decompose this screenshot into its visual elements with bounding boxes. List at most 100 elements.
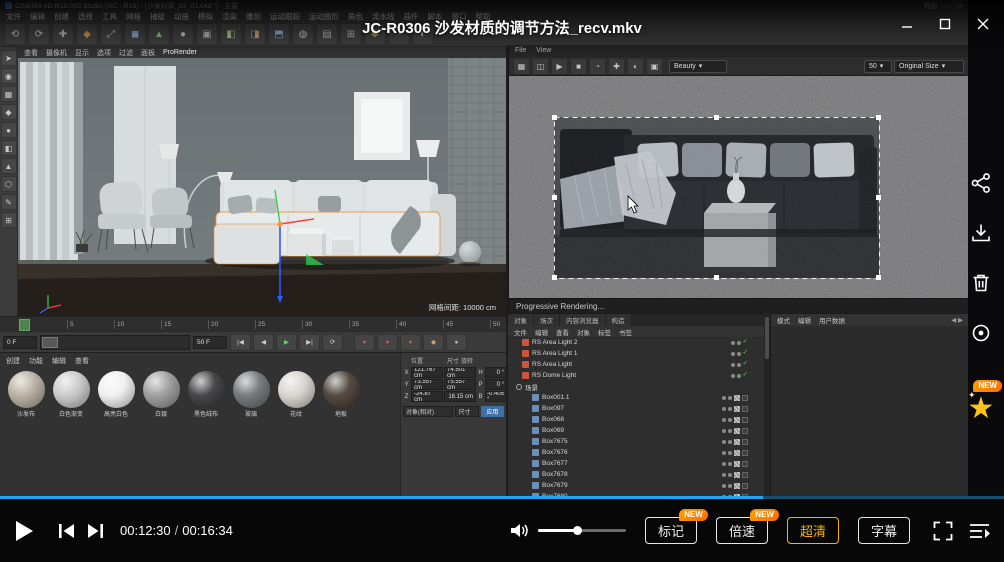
player-action-button[interactable]: 超清 bbox=[787, 517, 839, 544]
play-button[interactable] bbox=[14, 520, 34, 542]
render-toolbar-icon[interactable]: ▣ bbox=[646, 58, 663, 75]
c4d-mode-icon[interactable]: ◧ bbox=[1, 140, 17, 156]
end-frame-field[interactable]: 50 F bbox=[193, 336, 227, 349]
material-tag-icon[interactable] bbox=[734, 439, 740, 445]
visibility-dot[interactable] bbox=[722, 396, 726, 400]
playback-button[interactable]: |◀ bbox=[230, 334, 251, 351]
scrollbar-thumb[interactable] bbox=[765, 317, 769, 359]
attribute-menu-item[interactable]: 模式 bbox=[777, 315, 790, 325]
viewport-menu-item[interactable]: 摄像机 bbox=[46, 48, 67, 58]
rotation-field[interactable]: 0 ° bbox=[485, 379, 507, 390]
next-button[interactable] bbox=[87, 523, 104, 539]
render-dot[interactable] bbox=[737, 341, 741, 345]
enabled-check-icon[interactable] bbox=[743, 350, 748, 357]
zoom-dropdown[interactable]: 50 ▾ bbox=[864, 60, 892, 73]
keyframe-record-button[interactable]: ◆ bbox=[423, 334, 444, 351]
visibility-dot[interactable] bbox=[722, 484, 726, 488]
tab-prorender[interactable]: ProRender bbox=[163, 49, 197, 56]
viewport-menu-item[interactable]: 选项 bbox=[97, 48, 111, 58]
texture-tag-icon[interactable] bbox=[742, 439, 748, 445]
size-field[interactable]: 75.557 cm bbox=[444, 379, 476, 390]
render-dot[interactable] bbox=[728, 407, 732, 411]
coord-mode-dropdown[interactable]: 对象(相对) bbox=[403, 406, 453, 417]
object-list-item[interactable]: Box7676 bbox=[508, 447, 764, 458]
material-item[interactable]: 花纹 bbox=[276, 371, 316, 418]
visibility-dot[interactable] bbox=[731, 363, 735, 367]
object-list-item[interactable]: RS Area Light 2 bbox=[508, 337, 764, 348]
download-button[interactable] bbox=[964, 216, 998, 250]
c4d-mode-icon[interactable]: ⊞ bbox=[1, 212, 17, 228]
fullscreen-button[interactable] bbox=[933, 521, 953, 541]
viewport-3d-scene[interactable]: 网格间距: 10000 cm bbox=[18, 58, 506, 316]
material-tag-icon[interactable] bbox=[734, 461, 740, 467]
viewport-menu-item[interactable]: 查看 bbox=[24, 48, 38, 58]
position-field[interactable]: 73.557 cm bbox=[411, 379, 443, 390]
enabled-check-icon[interactable] bbox=[743, 361, 748, 368]
c4d-mode-icon[interactable]: ⬡ bbox=[1, 176, 17, 192]
playback-button[interactable]: ▶ bbox=[276, 334, 297, 351]
texture-tag-icon[interactable] bbox=[742, 428, 748, 434]
keyframe-record-button[interactable]: ● bbox=[446, 334, 467, 351]
material-tag-icon[interactable] bbox=[734, 428, 740, 434]
panel-tab[interactable]: 场次 bbox=[534, 314, 560, 326]
render-dot[interactable] bbox=[737, 374, 741, 378]
material-item[interactable]: 地板 bbox=[321, 371, 361, 418]
keyframe-record-button[interactable]: ● bbox=[377, 334, 398, 351]
material-tag-icon[interactable] bbox=[734, 483, 740, 489]
render-dot[interactable] bbox=[728, 440, 732, 444]
timeline-ruler[interactable]: 05101520253035404550 bbox=[0, 316, 506, 331]
visibility-dot[interactable] bbox=[722, 429, 726, 433]
c4d-mode-icon[interactable]: ◆ bbox=[1, 104, 17, 120]
c4d-mode-icon[interactable]: ➤ bbox=[1, 50, 17, 66]
keyframe-record-button[interactable]: ● bbox=[354, 334, 375, 351]
share-button[interactable] bbox=[964, 166, 998, 200]
panel-tab[interactable]: 对象 bbox=[508, 314, 534, 326]
visibility-dot[interactable] bbox=[722, 418, 726, 422]
object-list-item[interactable]: Box097 bbox=[508, 403, 764, 414]
render-toolbar-icon[interactable]: ◫ bbox=[532, 58, 549, 75]
material-tag-icon[interactable] bbox=[734, 472, 740, 478]
viewport-menu-item[interactable]: 显示 bbox=[75, 48, 89, 58]
render-image-area[interactable] bbox=[509, 76, 969, 298]
object-list-item[interactable]: RS Area Light 1 bbox=[508, 348, 764, 359]
object-list-item[interactable]: Box001.1 bbox=[508, 392, 764, 403]
texture-tag-icon[interactable] bbox=[742, 461, 748, 467]
attribute-menu-item[interactable]: 编辑 bbox=[798, 315, 811, 325]
render-dot[interactable] bbox=[728, 418, 732, 422]
object-list-item[interactable]: Box068 bbox=[508, 414, 764, 425]
material-tag-icon[interactable] bbox=[734, 395, 740, 401]
render-view-menu-item[interactable]: View bbox=[536, 47, 551, 54]
render-dot[interactable] bbox=[728, 429, 732, 433]
render-toolbar-icon[interactable]: ✚ bbox=[608, 58, 625, 75]
material-item[interactable]: 黑色绒布 bbox=[186, 371, 226, 418]
material-tag-icon[interactable] bbox=[734, 450, 740, 456]
texture-tag-icon[interactable] bbox=[742, 406, 748, 412]
render-view-menu-item[interactable]: File bbox=[515, 47, 526, 54]
object-list-item[interactable]: Box7677 bbox=[508, 458, 764, 469]
render-toolbar-icon[interactable]: ◔ bbox=[589, 58, 606, 75]
render-dot[interactable] bbox=[728, 473, 732, 477]
texture-tag-icon[interactable] bbox=[742, 472, 748, 478]
object-list-item[interactable]: RS Dome Light bbox=[508, 370, 764, 381]
rotation-field[interactable]: -0.405 ° bbox=[485, 391, 507, 402]
material-tag-icon[interactable] bbox=[734, 417, 740, 423]
previous-button[interactable] bbox=[58, 523, 75, 539]
material-menu-item[interactable]: 创建 bbox=[6, 356, 20, 366]
player-action-button[interactable]: 标记 NEW bbox=[645, 517, 697, 544]
keyframe-record-button[interactable]: ● bbox=[400, 334, 421, 351]
player-action-button[interactable]: 倍速 NEW bbox=[716, 517, 768, 544]
position-field[interactable]: -24.87 cm bbox=[411, 391, 443, 402]
render-dot[interactable] bbox=[728, 462, 732, 466]
c4d-mode-icon[interactable]: ✎ bbox=[1, 194, 17, 210]
viewport-menu-item[interactable]: 面板 bbox=[141, 48, 155, 58]
visibility-dot[interactable] bbox=[722, 462, 726, 466]
object-list-item[interactable]: Box069 bbox=[508, 425, 764, 436]
panel-tab[interactable]: 构造 bbox=[606, 314, 632, 326]
panel-tab[interactable]: 内容浏览器 bbox=[560, 314, 606, 326]
material-item[interactable]: 白银 bbox=[141, 371, 181, 418]
material-item[interactable]: 高亮白色 bbox=[96, 371, 136, 418]
object-manager-menu-item[interactable]: 对象 bbox=[577, 327, 590, 337]
favorite-button[interactable]: NEW ★ ✦ bbox=[964, 388, 998, 430]
visibility-dot[interactable] bbox=[731, 352, 735, 356]
object-list-item[interactable]: Box7675 bbox=[508, 436, 764, 447]
